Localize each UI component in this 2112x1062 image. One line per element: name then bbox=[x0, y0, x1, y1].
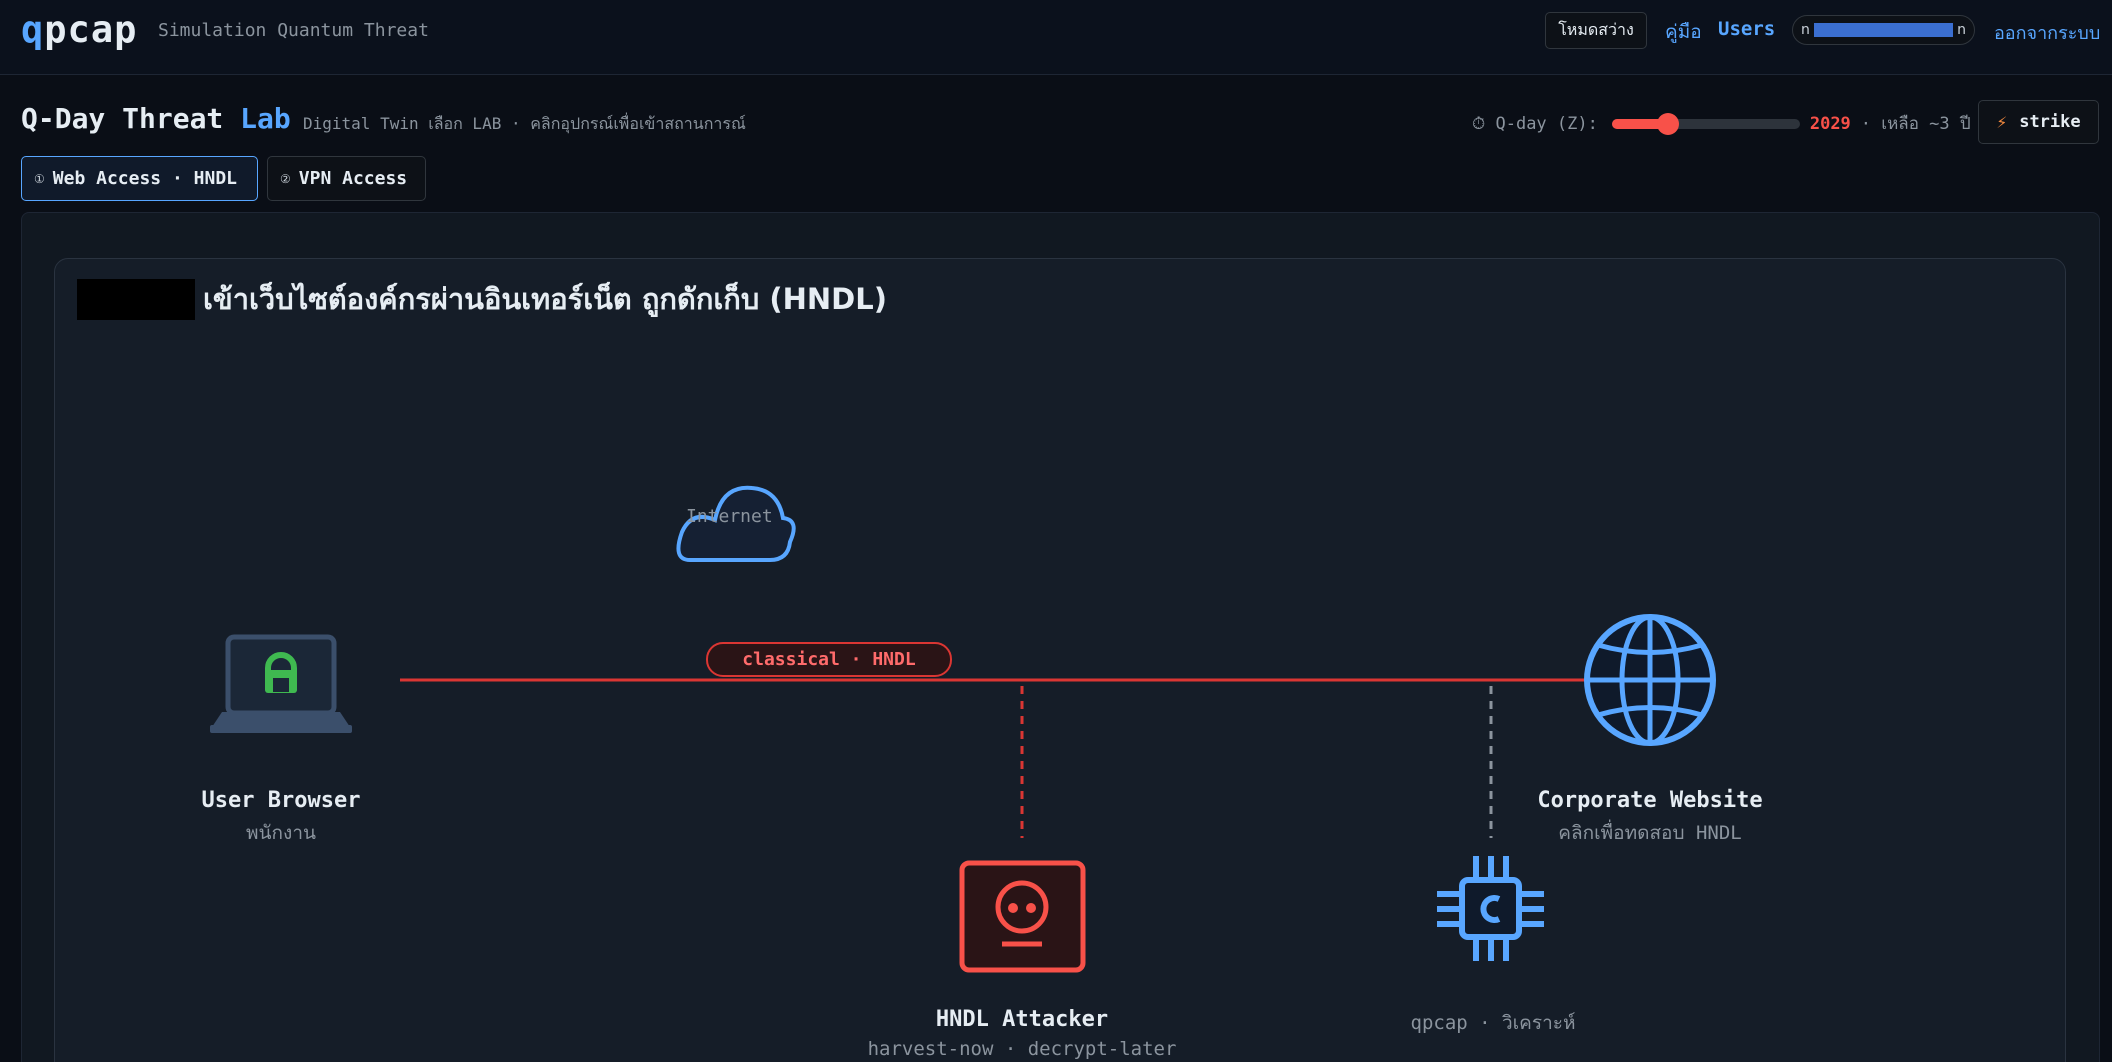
link-badge: classical · HNDL bbox=[706, 642, 952, 677]
user-browser-sub: พนักงาน bbox=[246, 822, 316, 844]
corporate-website-label: Corporate Website bbox=[1537, 788, 1763, 813]
corporate-website-sub[interactable]: คลิกเพื่อทดสอบ HNDL bbox=[1558, 818, 1741, 848]
network-diagram bbox=[210, 485, 1716, 973]
hndl-attacker-label: HNDL Attacker bbox=[935, 1007, 1109, 1032]
hndl-attacker-sub: harvest-now · decrypt-later bbox=[867, 1038, 1177, 1060]
chip-icon[interactable] bbox=[1437, 856, 1544, 961]
laptop-lock-icon[interactable] bbox=[210, 634, 352, 733]
cloud-label: Internet bbox=[686, 506, 773, 527]
user-browser-label: User Browser bbox=[201, 788, 361, 813]
globe-icon[interactable] bbox=[1584, 614, 1716, 746]
qpcap-sub: qpcap · วิเคราะห์ bbox=[1410, 1012, 1576, 1034]
skull-icon[interactable] bbox=[959, 860, 1086, 973]
